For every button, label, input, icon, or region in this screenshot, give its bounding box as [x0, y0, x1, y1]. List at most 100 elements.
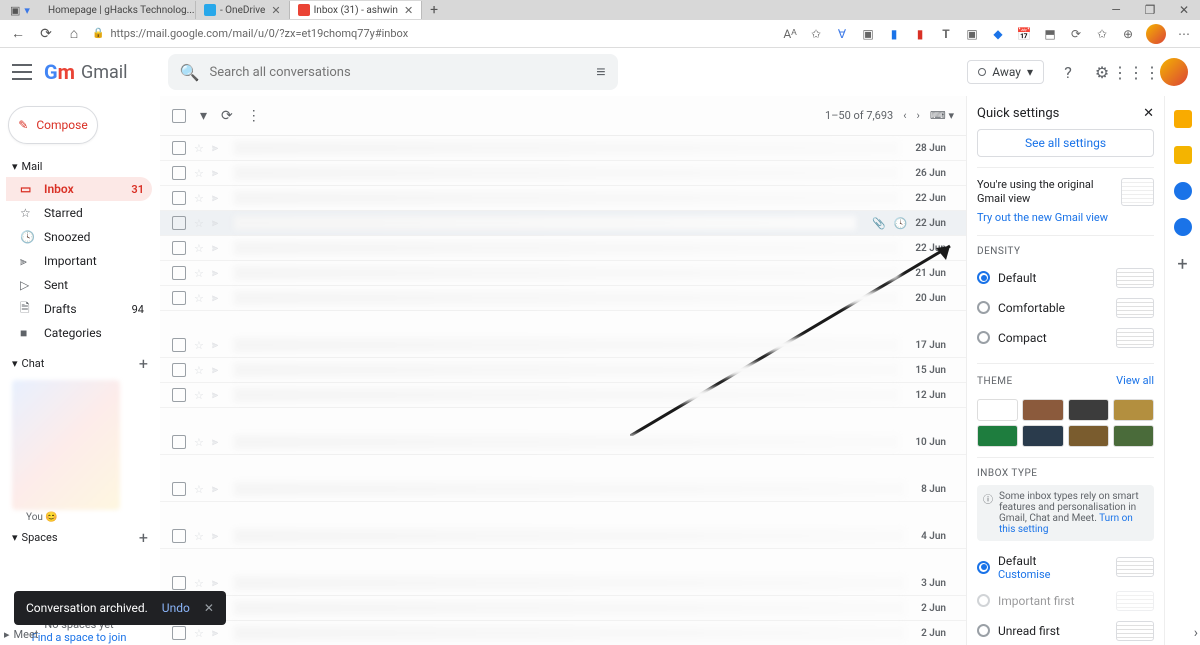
theme-swatch[interactable]: [977, 425, 1018, 447]
back-button[interactable]: ←: [8, 24, 28, 44]
row-checkbox[interactable]: [172, 266, 186, 280]
try-new-view-link[interactable]: Try out the new Gmail view: [977, 211, 1113, 225]
ext-icon[interactable]: ⬒: [1042, 26, 1058, 42]
refresh-button[interactable]: ⟳: [36, 24, 56, 44]
row-checkbox[interactable]: [172, 216, 186, 230]
support-icon[interactable]: ?: [1058, 62, 1078, 82]
contacts-addon-icon[interactable]: [1174, 218, 1192, 236]
important-icon[interactable]: ⫸: [212, 241, 218, 255]
star-icon[interactable]: ☆: [194, 339, 204, 352]
important-icon[interactable]: ⫸: [212, 529, 218, 543]
message-row[interactable]: ☆⫸22 Jun: [160, 186, 966, 211]
important-icon[interactable]: ⫸: [212, 338, 218, 352]
favorite-icon[interactable]: ✩: [808, 26, 824, 42]
message-row[interactable]: ☆⫸12 Jun: [160, 383, 966, 408]
message-row[interactable]: ☆⫸21 Jun: [160, 261, 966, 286]
star-icon[interactable]: ☆: [194, 627, 204, 640]
row-checkbox[interactable]: [172, 576, 186, 590]
text-size-icon[interactable]: Aᴬ: [782, 26, 798, 42]
important-icon[interactable]: ⫸: [212, 388, 218, 402]
input-tools-icon[interactable]: ⌨ ▾: [930, 109, 954, 122]
density-option-compact[interactable]: Compact: [977, 323, 1154, 353]
row-checkbox[interactable]: [172, 291, 186, 305]
mail-section-header[interactable]: ▾ Mail: [6, 156, 152, 177]
spaces-section-header[interactable]: ▾ Spaces: [6, 527, 64, 548]
row-checkbox[interactable]: [172, 141, 186, 155]
star-icon[interactable]: ☆: [194, 483, 204, 496]
dropdown-icon[interactable]: ▾: [24, 4, 30, 17]
row-checkbox[interactable]: [172, 388, 186, 402]
important-icon[interactable]: ⫸: [212, 216, 218, 230]
search-input[interactable]: [209, 65, 586, 80]
theme-swatch[interactable]: [1022, 425, 1063, 447]
sidebar-toggle-icon[interactable]: ▣: [10, 4, 20, 17]
row-checkbox[interactable]: [172, 166, 186, 180]
inbox-type-unread-first[interactable]: Unread first: [977, 616, 1154, 645]
new-tab-button[interactable]: +: [422, 2, 446, 18]
tab-close-icon[interactable]: ✕: [404, 4, 413, 17]
undo-button[interactable]: Undo: [162, 601, 190, 615]
tab-close-icon[interactable]: ✕: [271, 4, 280, 17]
more-icon[interactable]: ⋯: [1176, 26, 1192, 42]
message-row[interactable]: ☆⫸2 Jun: [160, 596, 966, 621]
important-icon[interactable]: ⫸: [212, 191, 218, 205]
star-icon[interactable]: ☆: [194, 530, 204, 543]
important-icon[interactable]: ⫸: [212, 141, 218, 155]
favorites-icon[interactable]: ✩: [1094, 26, 1110, 42]
sidebar-item-important[interactable]: ⫸Important: [6, 249, 152, 273]
meet-section-header[interactable]: ▸ Meet: [4, 628, 38, 641]
ext-icon[interactable]: ▣: [860, 26, 876, 42]
status-selector[interactable]: Away ▾: [967, 60, 1044, 84]
important-icon[interactable]: ⫸: [212, 291, 218, 305]
theme-swatch[interactable]: [1068, 399, 1109, 421]
sidebar-item-inbox[interactable]: ▭Inbox31: [6, 177, 152, 201]
message-row[interactable]: ☆⫸17 Jun: [160, 333, 966, 358]
star-icon[interactable]: ☆: [194, 389, 204, 402]
sidebar-item-categories[interactable]: ■Categories: [6, 321, 152, 345]
snooze-icon[interactable]: 🕓: [894, 217, 908, 230]
home-button[interactable]: ⌂: [64, 24, 84, 44]
sidebar-item-starred[interactable]: ☆Starred: [6, 201, 152, 225]
select-all-checkbox[interactable]: [172, 109, 186, 123]
row-checkbox[interactable]: [172, 435, 186, 449]
toast-close-icon[interactable]: ✕: [204, 601, 214, 615]
star-icon[interactable]: ☆: [194, 217, 204, 230]
important-icon[interactable]: ⫸: [212, 266, 218, 280]
account-avatar[interactable]: [1160, 58, 1188, 86]
message-row[interactable]: ☆⫸📎🕓22 Jun: [160, 211, 966, 236]
star-icon[interactable]: ☆: [194, 364, 204, 377]
window-close[interactable]: ✕: [1172, 3, 1196, 17]
refresh-icon[interactable]: ⟳: [221, 108, 233, 124]
window-maximize[interactable]: ❐: [1138, 3, 1162, 17]
address-bar[interactable]: 🔒 https://mail.google.com/mail/u/0/?zx=e…: [92, 24, 512, 44]
add-addon-button[interactable]: +: [1177, 254, 1187, 275]
gmail-logo[interactable]: Gm Gmail: [44, 60, 128, 84]
theme-swatch[interactable]: [1068, 425, 1109, 447]
important-icon[interactable]: ⫸: [212, 626, 218, 640]
star-icon[interactable]: ☆: [194, 167, 204, 180]
message-row[interactable]: ☆⫸3 Jun: [160, 571, 966, 596]
tasks-addon-icon[interactable]: [1174, 182, 1192, 200]
theme-swatch[interactable]: [1113, 399, 1154, 421]
star-icon[interactable]: ☆: [194, 242, 204, 255]
message-row[interactable]: ☆⫸10 Jun: [160, 430, 966, 455]
message-row[interactable]: ☆⫸15 Jun: [160, 358, 966, 383]
see-all-settings-button[interactable]: See all settings: [977, 129, 1154, 157]
browser-tab[interactable]: Homepage | gHacks Technolog...✕: [36, 1, 196, 19]
message-row[interactable]: ☆⫸4 Jun: [160, 524, 966, 549]
star-icon[interactable]: ☆: [194, 292, 204, 305]
sidebar-item-sent[interactable]: ▷Sent: [6, 273, 152, 297]
search-options-icon[interactable]: ≡: [596, 62, 605, 82]
prev-page-button[interactable]: ‹: [903, 109, 906, 122]
sidebar-item-drafts[interactable]: 🗎Drafts94: [6, 297, 152, 321]
theme-swatch[interactable]: [1022, 399, 1063, 421]
new-space-button[interactable]: +: [139, 528, 148, 547]
star-icon[interactable]: ☆: [194, 192, 204, 205]
row-checkbox[interactable]: [172, 529, 186, 543]
collections-icon[interactable]: ⊕: [1120, 26, 1136, 42]
calendar-addon-icon[interactable]: [1174, 110, 1192, 128]
ext-icon[interactable]: ▮: [886, 26, 902, 42]
search-box[interactable]: 🔍 ≡: [168, 54, 618, 90]
settings-icon[interactable]: ⚙: [1092, 62, 1112, 82]
sidebar-item-snoozed[interactable]: 🕓Snoozed: [6, 225, 152, 249]
